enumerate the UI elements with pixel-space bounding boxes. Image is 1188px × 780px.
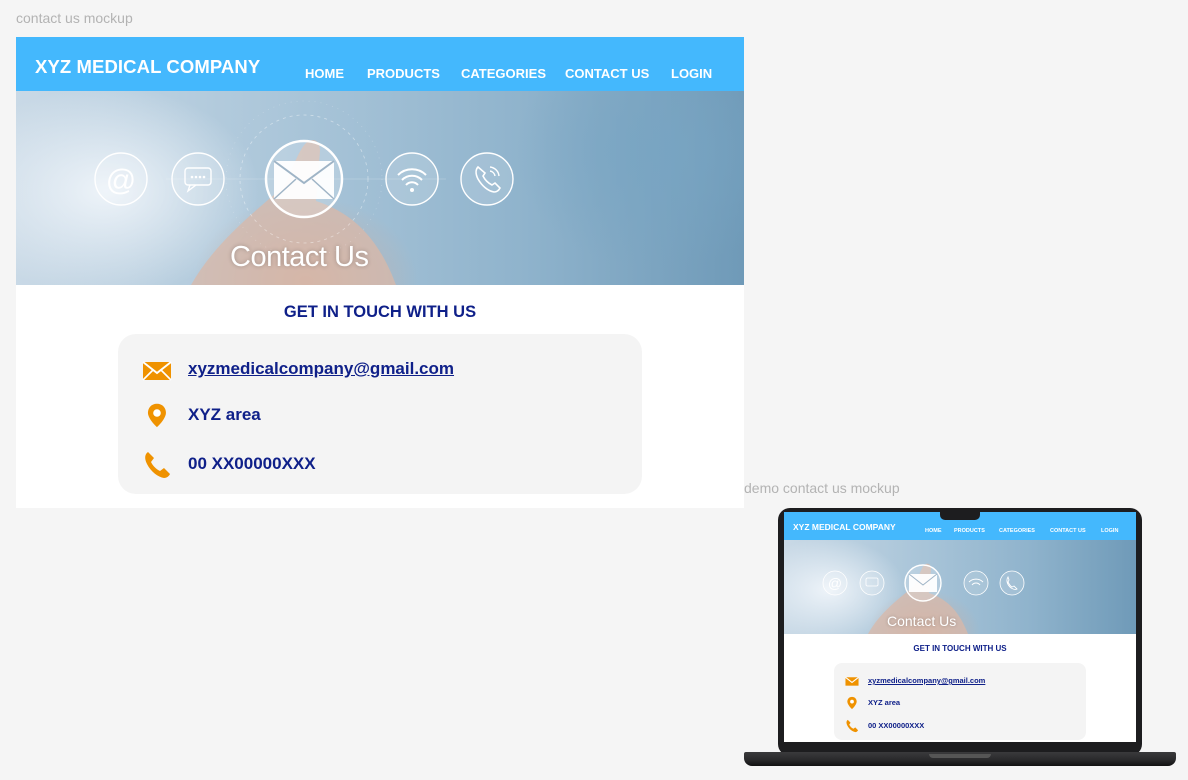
nav-links: HOME PRODUCTS CATEGORIES CONTACT US LOGI… <box>16 66 744 82</box>
demo-contact-card: xyzmedicalcompany@gmail.com XYZ area 00 … <box>834 663 1086 740</box>
demo-nav-categories[interactable]: CATEGORIES <box>999 528 1035 534</box>
demo-nav-contact-us[interactable]: CONTACT US <box>1050 528 1086 534</box>
envelope-icon <box>264 139 344 219</box>
navbar: XYZ MEDICAL COMPANY HOME PRODUCTS CATEGO… <box>16 37 744 91</box>
demo-address-text: XYZ area <box>868 698 901 707</box>
demo-hero-banner: @ Contact Us <box>784 540 1136 634</box>
demo-nav-login[interactable]: LOGIN <box>1101 528 1118 534</box>
demo-section-title: GET IN TOUCH WITH US <box>913 644 1007 653</box>
demo-hero-title: Contact Us <box>887 613 957 629</box>
map-pin-icon <box>847 696 857 710</box>
contact-page-mockup: XYZ MEDICAL COMPANY HOME PRODUCTS CATEGO… <box>16 37 744 508</box>
laptop-screen: XYZ MEDICAL COMPANY HOME PRODUCTS CATEGO… <box>784 512 1136 742</box>
contact-card: xyzmedicalcompany@gmail.com XYZ area 00 … <box>118 334 642 494</box>
demo-email-link[interactable]: xyzmedicalcompany@gmail.com <box>868 676 985 685</box>
envelope-icon <box>904 564 942 602</box>
laptop-base-lip <box>929 754 991 758</box>
demo-nav-products[interactable]: PRODUCTS <box>954 528 985 534</box>
email-link[interactable]: xyzmedicalcompany@gmail.com <box>188 359 454 379</box>
phone-call-icon <box>460 152 514 206</box>
nav-contact-us[interactable]: CONTACT US <box>565 66 649 81</box>
nav-login[interactable]: LOGIN <box>671 66 712 81</box>
demo-contact-row-email: xyzmedicalcompany@gmail.com <box>845 674 1075 686</box>
section-title: GET IN TOUCH WITH US <box>283 303 477 321</box>
laptop-notch <box>940 512 980 520</box>
contact-row-phone: 00 XX00000XXX <box>142 450 622 480</box>
nav-categories[interactable]: CATEGORIES <box>461 66 546 81</box>
frame-label-main: contact us mockup <box>16 10 133 26</box>
nav-products[interactable]: PRODUCTS <box>367 66 440 81</box>
svg-text:@: @ <box>106 164 136 197</box>
laptop-demo: XYZ MEDICAL COMPANY HOME PRODUCTS CATEGO… <box>744 506 1176 770</box>
phone-text[interactable]: 00 XX00000XXX <box>188 454 316 474</box>
demo-contact-row-phone: 00 XX00000XXX <box>845 719 1075 733</box>
envelope-icon <box>845 676 859 686</box>
demo-nav-home[interactable]: HOME <box>925 528 942 534</box>
chat-bubble-icon <box>171 152 225 206</box>
phone-call-icon <box>999 570 1025 596</box>
demo-contact-row-address: XYZ area <box>845 696 1075 710</box>
hero-title: Contact Us <box>230 241 369 273</box>
demo-brand-name[interactable]: XYZ MEDICAL COMPANY <box>793 522 896 532</box>
frame-label-demo: demo contact us mockup <box>744 480 900 496</box>
hero-banner: @ Contact Us <box>16 91 744 285</box>
demo-phone-text[interactable]: 00 XX00000XXX <box>868 721 924 730</box>
nav-home[interactable]: HOME <box>305 66 344 81</box>
map-pin-icon <box>147 403 166 428</box>
phone-icon <box>145 452 170 478</box>
chat-bubble-icon <box>859 570 885 596</box>
svg-text:@: @ <box>828 575 842 591</box>
wifi-icon <box>385 152 439 206</box>
envelope-icon <box>142 361 172 381</box>
address-text: XYZ area <box>188 405 261 424</box>
phone-icon <box>846 719 859 733</box>
contact-row-address: XYZ area <box>142 401 622 431</box>
at-sign-icon: @ <box>94 152 148 206</box>
contact-row-email: xyzmedicalcompany@gmail.com <box>142 355 622 385</box>
